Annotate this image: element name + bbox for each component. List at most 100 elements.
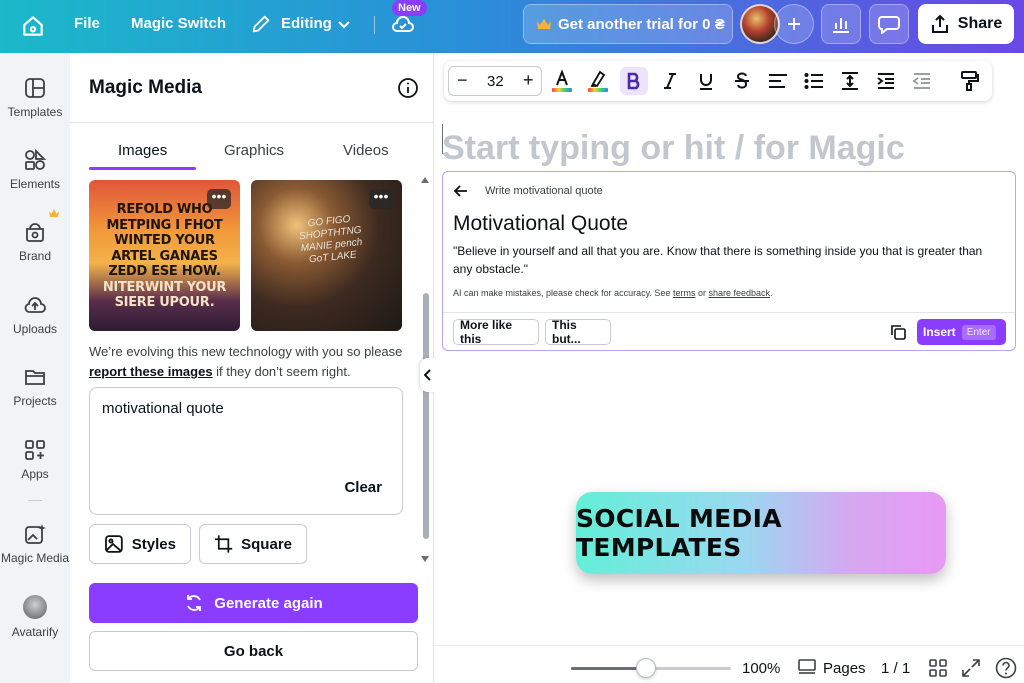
ai-disclaimer: AI can make mistakes, please check for a…: [453, 288, 773, 298]
aspect-ratio-button[interactable]: Square: [199, 524, 307, 564]
more-options-button[interactable]: •••: [207, 189, 231, 209]
scroll-up-arrow[interactable]: [420, 176, 430, 184]
list-button[interactable]: [800, 67, 828, 95]
spacing-button[interactable]: [836, 67, 864, 95]
styles-button[interactable]: Styles: [89, 524, 191, 564]
indent-button[interactable]: [872, 67, 900, 95]
rail-item-label: Projects: [13, 394, 57, 408]
generated-image-1[interactable]: REFOLD WHO METPING I FHOT WINTED YOUR AR…: [89, 180, 240, 331]
bar-chart-icon: [833, 18, 849, 33]
pencil-icon: [252, 15, 270, 33]
chevron-down-icon[interactable]: [336, 16, 352, 32]
report-images-link[interactable]: report these images: [89, 364, 213, 379]
indent-icon: [877, 73, 894, 89]
arrow-left-icon[interactable]: [453, 183, 469, 199]
share-feedback-link[interactable]: share feedback: [709, 288, 771, 298]
tab-videos[interactable]: Videos: [343, 142, 389, 159]
disclaimer-post: if they don’t seem right.: [216, 364, 351, 379]
italic-button[interactable]: [656, 67, 684, 95]
magic-switch-button[interactable]: Magic Switch: [131, 15, 226, 32]
rail-item-avatarify[interactable]: Avatarify: [0, 595, 70, 639]
font-size-decrease[interactable]: −: [457, 70, 468, 91]
terms-link[interactable]: terms: [673, 288, 696, 298]
plus-icon: [788, 18, 800, 30]
font-size-stepper[interactable]: − 32 +: [448, 66, 542, 96]
trial-button[interactable]: Get another trial for 0 ₴: [523, 4, 733, 44]
scroll-down-arrow[interactable]: [420, 555, 430, 563]
underline-button[interactable]: [692, 67, 720, 95]
font-size-value[interactable]: 32: [487, 73, 504, 90]
zoom-slider-handle[interactable]: [636, 658, 656, 678]
fullscreen-icon[interactable]: [962, 659, 980, 677]
disclaimer-pre: We’re evolving this new technology with …: [89, 344, 403, 359]
outdent-button[interactable]: [908, 67, 936, 95]
align-button[interactable]: [764, 67, 792, 95]
font-size-increase[interactable]: +: [523, 70, 534, 91]
rail-item-templates[interactable]: Templates: [0, 77, 70, 119]
ai-card-divider: [443, 312, 1015, 313]
copy-style-button[interactable]: [956, 67, 984, 95]
rail-item-elements[interactable]: Elements: [0, 149, 70, 191]
info-icon[interactable]: [397, 77, 419, 99]
go-back-button[interactable]: Go back: [89, 631, 418, 671]
magic-media-icon: [25, 524, 46, 544]
share-button[interactable]: Share: [918, 4, 1014, 44]
pages-icon: [798, 659, 816, 674]
copy-icon[interactable]: [889, 323, 907, 341]
bold-button[interactable]: [620, 67, 648, 95]
editing-mode-button[interactable]: Editing: [281, 15, 332, 32]
clear-button[interactable]: Clear: [344, 479, 382, 496]
refresh-icon: [187, 595, 202, 611]
add-collaborator-button[interactable]: [774, 4, 814, 44]
help-icon[interactable]: [995, 657, 1017, 679]
comments-button[interactable]: [869, 4, 909, 44]
rail-item-magic-media[interactable]: Magic Media: [0, 523, 70, 565]
rail-item-label: Uploads: [12, 322, 58, 336]
share-label: Share: [957, 15, 1003, 32]
collapse-panel-button[interactable]: [420, 358, 436, 392]
grid-view-icon[interactable]: [929, 659, 947, 677]
ai-note-pre: AI can make mistakes, please check for a…: [453, 288, 671, 298]
generate-again-button[interactable]: Generate again: [89, 583, 418, 623]
apps-icon: [25, 440, 45, 460]
more-options-button[interactable]: •••: [369, 189, 393, 209]
highlighter-icon: [588, 70, 608, 92]
elements-icon: [25, 149, 46, 170]
rail-item-projects[interactable]: Projects: [0, 366, 70, 408]
more-like-this-button[interactable]: More like this: [453, 318, 539, 346]
ai-result-text: "Believe in yourself and all that you ar…: [453, 244, 983, 276]
home-icon[interactable]: [20, 13, 46, 39]
brand-icon: [26, 223, 44, 242]
prompt-input[interactable]: motivational quote Clear: [89, 387, 403, 515]
tab-images[interactable]: Images: [118, 142, 167, 159]
text-color-button[interactable]: [548, 67, 576, 95]
rail-item-label: Magic Media: [0, 551, 70, 565]
zoom-level[interactable]: 100%: [742, 660, 780, 677]
generated-image-2[interactable]: GO FIGO SHOPTHTNG MANIE pench GoT LAKE •…: [251, 180, 402, 331]
disclaimer-text: We’re evolving this new technology with …: [89, 342, 409, 382]
rail-item-label: Avatarify: [11, 625, 59, 639]
highlight-color-button[interactable]: [584, 67, 612, 95]
scrollbar[interactable]: [423, 293, 429, 539]
insert-button[interactable]: Insert Enter: [917, 319, 1006, 345]
pages-button[interactable]: Pages: [823, 660, 866, 677]
toolbar-separator: [374, 16, 375, 34]
italic-icon: [664, 73, 676, 89]
magic-write-card: Write motivational quote Motivational Qu…: [442, 171, 1016, 351]
strikethrough-button[interactable]: [728, 67, 756, 95]
rail-item-brand[interactable]: Brand: [0, 221, 70, 263]
enter-shortcut-badge: Enter: [961, 324, 996, 340]
text-placeholder[interactable]: Start typing or hit / for Magic: [442, 129, 905, 168]
cloud-saved-icon[interactable]: [391, 13, 415, 35]
file-menu[interactable]: File: [74, 15, 100, 32]
rail-item-apps[interactable]: Apps: [0, 439, 70, 481]
text-color-icon: [552, 69, 572, 92]
rail-item-label: Brand: [18, 249, 52, 263]
rail-item-uploads[interactable]: Uploads: [0, 294, 70, 336]
this-but-button[interactable]: This but...: [545, 318, 611, 346]
prompt-text: motivational quote: [102, 400, 224, 417]
tab-graphics[interactable]: Graphics: [224, 142, 284, 159]
ai-breadcrumb: Write motivational quote: [485, 185, 603, 197]
insights-button[interactable]: [821, 4, 861, 44]
bottom-bar: 100% Pages 1 / 1: [435, 645, 1024, 683]
